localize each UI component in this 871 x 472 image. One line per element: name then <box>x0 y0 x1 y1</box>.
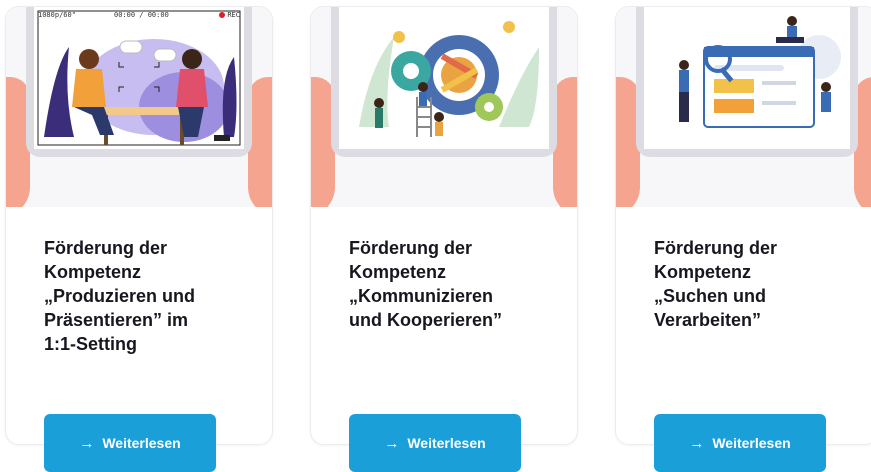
tablet-frame <box>636 7 858 157</box>
interview-scene-icon <box>37 10 241 146</box>
web-search-illustration <box>644 7 850 149</box>
card-kommunizieren: Förderung der Kompetenz „Kommunizieren u… <box>310 6 578 472</box>
card-illustration: 1080p/60" 00:00 / 00:00 REC <box>6 7 272 207</box>
card-title: Förderung der Kompetenz „Suchen und Vera… <box>654 238 778 330</box>
card-produzieren: 1080p/60" 00:00 / 00:00 REC Förderung de… <box>5 6 273 472</box>
gears-teamwork-icon <box>359 21 539 137</box>
weiterlesen-button[interactable]: → Weiterlesen <box>654 414 826 472</box>
card-suchen: Förderung der Kompetenz „Suchen und Vera… <box>615 6 871 472</box>
weiterlesen-button[interactable]: → Weiterlesen <box>349 414 521 472</box>
tablet-frame <box>331 7 557 157</box>
arrow-right-icon: → <box>384 434 400 452</box>
button-label: Weiterlesen <box>407 435 486 451</box>
card-title: Förderung der Kompetenz „Produzieren und… <box>44 238 196 354</box>
tablet-frame: 1080p/60" 00:00 / 00:00 REC <box>26 7 252 157</box>
weiterlesen-button[interactable]: → Weiterlesen <box>44 414 216 472</box>
button-label: Weiterlesen <box>712 435 791 451</box>
arrow-right-icon: → <box>689 434 705 452</box>
card-title: Förderung der Kompetenz „Kommunizieren u… <box>349 238 503 330</box>
card-illustration <box>616 7 871 207</box>
video-interview-illustration: 1080p/60" 00:00 / 00:00 REC <box>34 7 244 149</box>
teamwork-gears-illustration <box>339 7 549 149</box>
web-search-icon <box>679 16 841 128</box>
arrow-right-icon: → <box>79 434 95 452</box>
button-label: Weiterlesen <box>102 435 181 451</box>
card-illustration <box>311 7 577 207</box>
